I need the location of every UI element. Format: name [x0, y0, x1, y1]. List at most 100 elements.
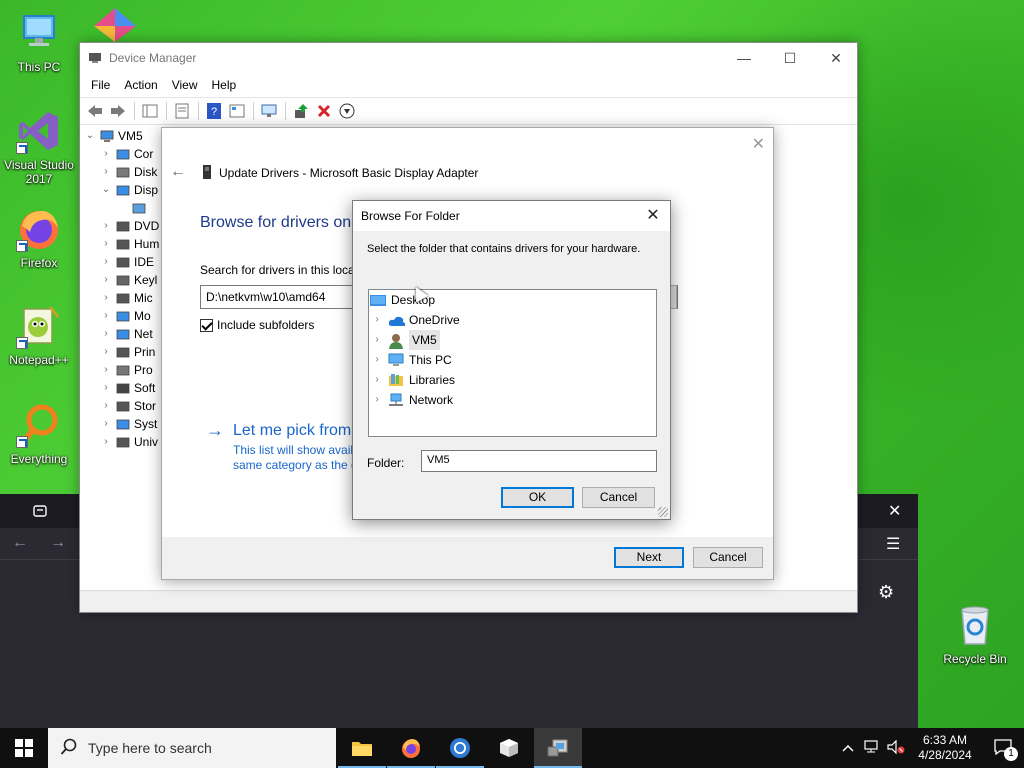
- desktop-icon-notepadpp[interactable]: Notepad++: [1, 303, 77, 367]
- pick-driver-link[interactable]: Let me pick from: [233, 422, 351, 440]
- tree-item[interactable]: › Stor: [100, 397, 156, 415]
- chevron-up-icon[interactable]: [836, 741, 860, 755]
- chevron-right-icon[interactable]: ›: [100, 361, 112, 379]
- tab-overview-icon[interactable]: [32, 502, 48, 523]
- chevron-right-icon[interactable]: ›: [370, 330, 384, 350]
- close-icon[interactable]: ✕: [642, 205, 664, 227]
- chevron-right-icon[interactable]: ›: [100, 325, 112, 343]
- tree-item[interactable]: › Cor: [100, 145, 153, 163]
- back-arrow-icon[interactable]: ←: [170, 163, 186, 181]
- chevron-right-icon[interactable]: ›: [100, 163, 112, 181]
- dialog-title-bar[interactable]: Browse For Folder ✕: [353, 201, 670, 231]
- desktop-icon-visual-studio[interactable]: Visual Studio 2017: [1, 108, 77, 186]
- chevron-right-icon[interactable]: ›: [100, 307, 112, 325]
- chevron-right-icon[interactable]: ›: [100, 379, 112, 397]
- cancel-button[interactable]: Cancel: [693, 547, 763, 568]
- forward-arrow-icon[interactable]: [107, 100, 129, 122]
- tree-item[interactable]: › Syst: [100, 415, 157, 433]
- tree-item[interactable]: › Prin: [100, 343, 155, 361]
- chevron-down-icon[interactable]: ⌄: [100, 181, 112, 199]
- tree-item[interactable]: › Mo: [100, 307, 150, 325]
- volume-muted-icon[interactable]: [884, 739, 908, 757]
- chevron-right-icon[interactable]: ›: [370, 310, 384, 330]
- taskbar-file-explorer[interactable]: [338, 728, 386, 768]
- menu-help[interactable]: Help: [205, 78, 244, 92]
- tree-item[interactable]: › Keyl: [100, 271, 157, 289]
- chevron-right-icon[interactable]: ›: [100, 217, 112, 235]
- menu-action[interactable]: Action: [117, 78, 164, 92]
- menu-icon[interactable]: ☰: [886, 534, 900, 554]
- show-hide-tree-icon[interactable]: [139, 100, 161, 122]
- chevron-right-icon[interactable]: ›: [100, 397, 112, 415]
- desktop-icon-everything[interactable]: Everything: [1, 402, 77, 466]
- minimize-button[interactable]: —: [721, 43, 767, 73]
- tree-item[interactable]: › Soft: [100, 379, 155, 397]
- tree-item[interactable]: ⌄ Disp: [100, 181, 158, 199]
- chevron-right-icon[interactable]: ›: [370, 350, 384, 370]
- network-icon[interactable]: [860, 739, 884, 757]
- arrow-right-icon[interactable]: →: [206, 420, 224, 441]
- pinned-app-icon[interactable]: [92, 6, 138, 42]
- folder-tree-item[interactable]: › Network: [369, 390, 453, 410]
- chevron-right-icon[interactable]: ›: [370, 370, 384, 390]
- chevron-right-icon[interactable]: ›: [100, 415, 112, 433]
- tree-item[interactable]: › IDE: [100, 253, 154, 271]
- desktop-icon-this-pc[interactable]: This PC: [1, 10, 77, 74]
- desktop-icon-recycle-bin[interactable]: Recycle Bin: [937, 602, 1013, 666]
- maximize-button[interactable]: ☐: [767, 43, 813, 73]
- chevron-right-icon[interactable]: ›: [100, 343, 112, 361]
- chevron-right-icon[interactable]: ›: [370, 390, 384, 410]
- folder-tree-item[interactable]: › Libraries: [369, 370, 455, 390]
- taskbar-app-cube[interactable]: [485, 728, 533, 768]
- include-subfolders-checkbox[interactable]: Include subfolders: [200, 318, 314, 332]
- chevron-right-icon[interactable]: ›: [100, 235, 112, 253]
- title-bar[interactable]: Device Manager — ☐ ✕: [80, 43, 857, 73]
- tree-root[interactable]: ⌄ VM5: [84, 127, 143, 145]
- folder-tree-item[interactable]: › OneDrive: [369, 310, 459, 330]
- tree-item[interactable]: › DVD: [100, 217, 159, 235]
- folder-tree-item[interactable]: › This PC: [369, 350, 451, 370]
- cancel-button[interactable]: Cancel: [582, 487, 655, 508]
- close-button[interactable]: ✕: [813, 43, 859, 73]
- view-icon[interactable]: [226, 100, 248, 122]
- tree-item[interactable]: › Mic: [100, 289, 152, 307]
- properties-icon[interactable]: [171, 100, 193, 122]
- close-icon[interactable]: ✕: [888, 501, 901, 521]
- folder-input[interactable]: VM5: [421, 450, 657, 472]
- help-icon[interactable]: ?: [203, 100, 225, 122]
- back-arrow-icon[interactable]: [84, 100, 106, 122]
- menu-file[interactable]: File: [84, 78, 117, 92]
- taskbar-search-box[interactable]: Type here to search: [48, 728, 336, 768]
- chevron-right-icon[interactable]: ›: [100, 253, 112, 271]
- back-icon[interactable]: ←: [12, 534, 28, 552]
- disable-device-icon[interactable]: [336, 100, 358, 122]
- scan-hardware-icon[interactable]: [258, 100, 280, 122]
- update-driver-icon[interactable]: [290, 100, 312, 122]
- ok-button[interactable]: OK: [501, 487, 574, 508]
- chevron-down-icon[interactable]: ⌄: [84, 127, 96, 145]
- tree-item[interactable]: › Hum: [100, 235, 159, 253]
- next-button[interactable]: Next: [614, 547, 684, 568]
- close-icon[interactable]: ✕: [752, 134, 765, 154]
- checkbox-checked[interactable]: [200, 318, 213, 332]
- resize-grip[interactable]: [658, 507, 668, 517]
- tree-item[interactable]: › Net: [100, 325, 152, 343]
- uninstall-device-icon[interactable]: [313, 100, 335, 122]
- tree-item[interactable]: › Univ: [100, 433, 158, 451]
- tree-item[interactable]: › Pro: [100, 361, 152, 379]
- tree-item[interactable]: › Disk: [100, 163, 157, 181]
- chevron-right-icon[interactable]: ›: [100, 145, 112, 163]
- start-button[interactable]: [0, 728, 48, 768]
- tree-item[interactable]: [116, 199, 150, 217]
- desktop-icon-firefox[interactable]: Firefox: [1, 206, 77, 270]
- forward-icon[interactable]: →: [50, 534, 66, 552]
- settings-gear-icon[interactable]: ⚙: [878, 582, 894, 603]
- notification-center-icon[interactable]: 1: [982, 738, 1024, 761]
- taskbar-device-manager[interactable]: [534, 728, 582, 768]
- menu-view[interactable]: View: [165, 78, 205, 92]
- taskbar-firefox[interactable]: [387, 728, 435, 768]
- taskbar-chrome[interactable]: [436, 728, 484, 768]
- chevron-right-icon[interactable]: ›: [100, 433, 112, 451]
- clock[interactable]: 6:33 AM 4/28/2024: [908, 733, 982, 763]
- folder-tree-item[interactable]: › VM5: [369, 330, 440, 350]
